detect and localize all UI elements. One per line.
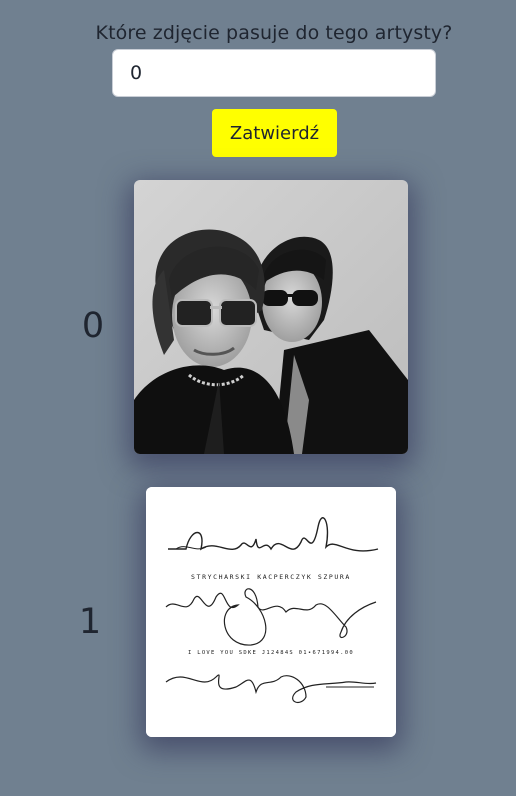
signature-line2-text: I LOVE YOU SDKE J12484S 01•671994.00 xyxy=(188,650,354,656)
option-image-1[interactable]: STRYCHARSKI KACPERCZYK SZPURA I LOVE YOU… xyxy=(146,487,396,737)
option-image-0[interactable] xyxy=(134,180,408,454)
answer-input[interactable] xyxy=(112,49,436,97)
signature-line1-text: STRYCHARSKI KACPERCZYK SZPURA xyxy=(191,573,351,581)
question-text: Które zdjęcie pasuje do tego artysty? xyxy=(95,22,453,44)
option-label-0: 0 xyxy=(81,306,105,346)
submit-button[interactable]: Zatwierdź xyxy=(212,109,337,157)
option-label-1: 1 xyxy=(78,602,102,642)
photo-duo-image xyxy=(134,180,408,454)
signature-artwork-image: STRYCHARSKI KACPERCZYK SZPURA I LOVE YOU… xyxy=(146,487,396,737)
